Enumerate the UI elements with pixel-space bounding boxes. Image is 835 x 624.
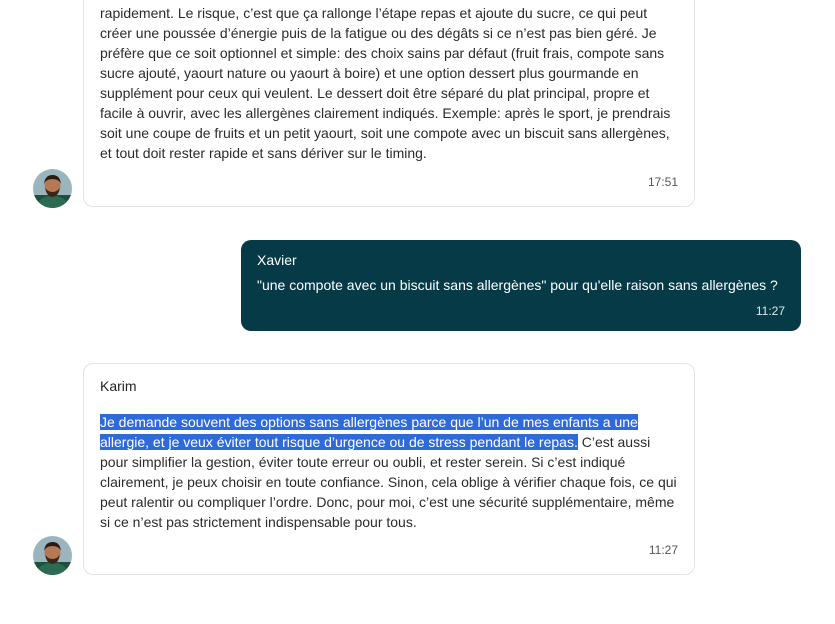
message-bubble-incoming: rapidement. Le risque, c’est que ça rall… (83, 0, 695, 207)
message-bubble-outgoing: Xavier "une compote avec un biscuit sans… (241, 240, 801, 331)
sender-name: Karim (100, 378, 137, 394)
message-text: Je demande souvent des options sans alle… (100, 412, 678, 532)
avatar[interactable] (33, 169, 72, 208)
message-text: rapidement. Le risque, c’est que ça rall… (100, 5, 671, 161)
message-timestamp: 11:27 (648, 543, 678, 557)
chat-thread: rapidement. Le risque, c’est que ça rall… (0, 0, 835, 624)
selected-text[interactable]: Je demande souvent des options sans alle… (100, 414, 638, 450)
avatar-photo-icon (33, 536, 72, 575)
message-text: "une compote avec un biscuit sans allerg… (257, 277, 778, 293)
avatar-photo-icon (33, 169, 72, 208)
sender-name: Xavier (257, 252, 297, 268)
message-bubble-incoming: Karim Je demande souvent des options san… (83, 363, 695, 575)
avatar[interactable] (33, 536, 72, 575)
message-timestamp: 11:27 (755, 304, 785, 318)
message-timestamp: 17:51 (647, 175, 678, 189)
